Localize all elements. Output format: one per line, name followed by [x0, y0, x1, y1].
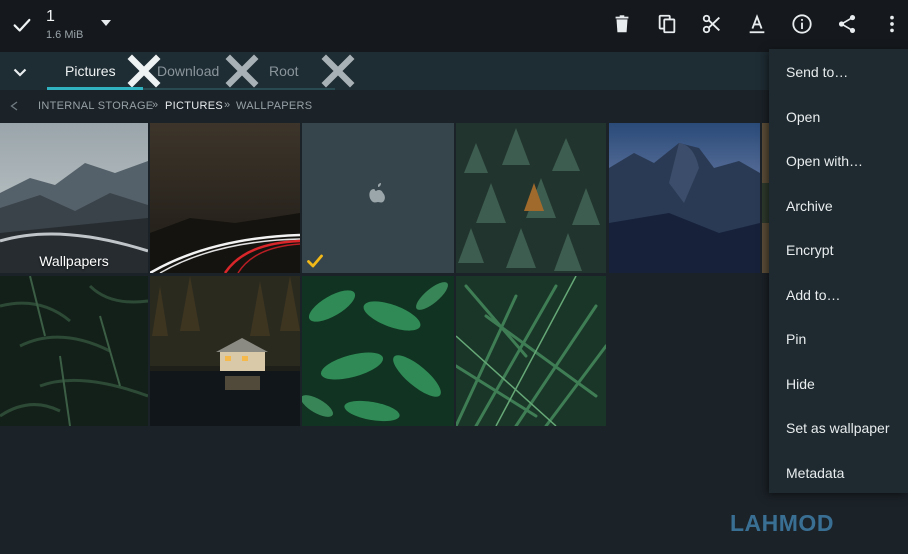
- tab-download[interactable]: Download: [157, 52, 219, 90]
- watermark-logo: LAHMOD: [730, 510, 834, 536]
- tab-label: Root: [269, 63, 299, 79]
- breadcrumb-separator: »: [152, 99, 159, 111]
- image-thumbnail[interactable]: [150, 123, 300, 273]
- image-thumbnail[interactable]: [609, 123, 760, 273]
- image-thumbnail[interactable]: [456, 123, 606, 273]
- close-tab-icon[interactable]: [319, 52, 357, 90]
- info-icon[interactable]: [790, 12, 814, 36]
- menu-item-hide[interactable]: Hide: [786, 376, 815, 392]
- menu-item-archive[interactable]: Archive: [786, 198, 833, 214]
- selection-count: 1: [46, 8, 55, 25]
- image-thumbnail[interactable]: [0, 276, 148, 426]
- image-thumbnail[interactable]: [150, 276, 300, 426]
- breadcrumb-item-internal-storage[interactable]: INTERNAL STORAGE: [38, 100, 153, 112]
- menu-item-open[interactable]: Open: [786, 109, 820, 125]
- overflow-menu: Send to… Open Open with… Archive Encrypt…: [769, 49, 908, 493]
- menu-item-set-as-wallpaper[interactable]: Set as wallpaper: [786, 420, 890, 436]
- tab-label: Download: [157, 63, 220, 79]
- menu-item-metadata[interactable]: Metadata: [786, 465, 844, 481]
- share-icon[interactable]: [835, 12, 859, 36]
- breadcrumb-item-wallpapers[interactable]: WALLPAPERS: [236, 100, 312, 112]
- menu-item-add-to[interactable]: Add to…: [786, 287, 840, 303]
- cut-icon[interactable]: [700, 12, 724, 36]
- menu-item-open-with[interactable]: Open with…: [786, 153, 863, 169]
- chevron-down-icon[interactable]: [98, 15, 114, 31]
- selection-toolbar: 1 1.6 MiB: [0, 0, 908, 52]
- selection-size: 1.6 MiB: [46, 29, 84, 41]
- tab-pictures[interactable]: Pictures: [65, 52, 116, 90]
- menu-item-send-to[interactable]: Send to…: [786, 64, 848, 80]
- close-tab-icon[interactable]: [223, 52, 261, 90]
- breadcrumb-separator: »: [224, 99, 231, 111]
- copy-icon[interactable]: [655, 12, 679, 36]
- more-icon[interactable]: [880, 12, 904, 36]
- delete-icon[interactable]: [610, 12, 634, 36]
- menu-item-pin[interactable]: Pin: [786, 331, 806, 347]
- done-check-icon[interactable]: [11, 14, 33, 36]
- selected-check-icon: [307, 254, 323, 268]
- back-arrow-icon[interactable]: [10, 101, 18, 111]
- image-thumbnail-selected[interactable]: [302, 123, 454, 273]
- chevron-down-icon[interactable]: [11, 63, 29, 81]
- tab-label: Pictures: [65, 63, 116, 79]
- rename-icon[interactable]: [745, 12, 769, 36]
- thumbnail-grid: Wallpapers: [0, 123, 770, 428]
- folder-caption: Wallpapers: [39, 253, 109, 269]
- folder-thumbnail[interactable]: Wallpapers: [0, 123, 148, 273]
- tab-root[interactable]: Root: [269, 52, 299, 90]
- breadcrumb-item-pictures[interactable]: PICTURES: [165, 100, 223, 112]
- image-thumbnail[interactable]: [302, 276, 454, 426]
- menu-item-encrypt[interactable]: Encrypt: [786, 242, 833, 258]
- image-thumbnail[interactable]: [456, 276, 606, 426]
